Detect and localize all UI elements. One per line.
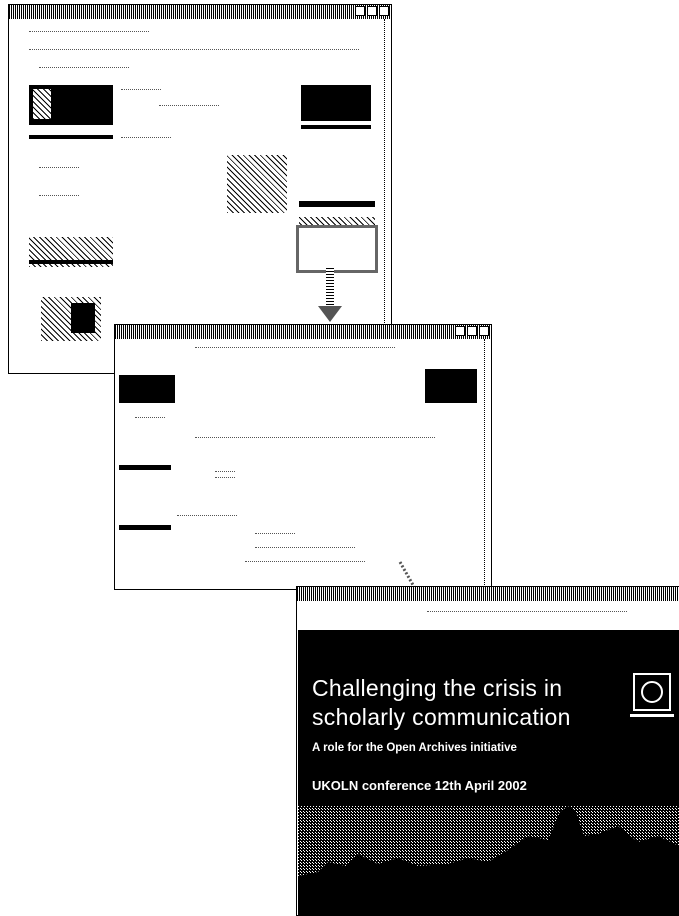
text-line: [121, 89, 161, 91]
maximize-button[interactable]: [367, 6, 377, 16]
section-bar: [119, 465, 171, 470]
text-line: [39, 67, 129, 69]
poster-event-line: UKOLN conference 12th April 2002: [312, 778, 527, 793]
arrow: [326, 266, 334, 308]
maximize-button[interactable]: [467, 326, 477, 336]
figure-image: [227, 155, 287, 213]
city-skyline-image: [298, 806, 679, 916]
poster-title: Challenging the crisis in scholarly comm…: [312, 674, 571, 732]
poster-title-line2: scholarly communication: [312, 704, 571, 730]
text-line: [29, 31, 149, 33]
thumbnail-image: [301, 85, 371, 121]
poster-subtitle: A role for the Open Archives initiative: [312, 742, 517, 754]
text-line: [159, 105, 219, 107]
window-middle-titlebar[interactable]: [115, 325, 491, 339]
poster-title-line1: Challenging the crisis in: [312, 675, 563, 701]
highlight-box: [296, 225, 378, 273]
scrollbar[interactable]: [484, 339, 491, 589]
section-bar: [29, 135, 113, 139]
window-front-titlebar[interactable]: [297, 587, 679, 601]
logo-image: [119, 375, 175, 403]
section-bar: [119, 525, 171, 530]
conference-poster: Challenging the crisis in scholarly comm…: [298, 630, 679, 916]
ukoln-logo-icon: [630, 673, 674, 717]
text-line: [29, 49, 359, 51]
minimize-button[interactable]: [355, 6, 365, 16]
scrollbar[interactable]: [384, 19, 391, 373]
minimize-button[interactable]: [455, 326, 465, 336]
close-button[interactable]: [379, 6, 389, 16]
window-middle: [114, 324, 492, 590]
banner-image: [425, 369, 477, 403]
arrow-head-icon: [318, 306, 342, 322]
close-button[interactable]: [479, 326, 489, 336]
window-back-titlebar[interactable]: [9, 5, 391, 19]
